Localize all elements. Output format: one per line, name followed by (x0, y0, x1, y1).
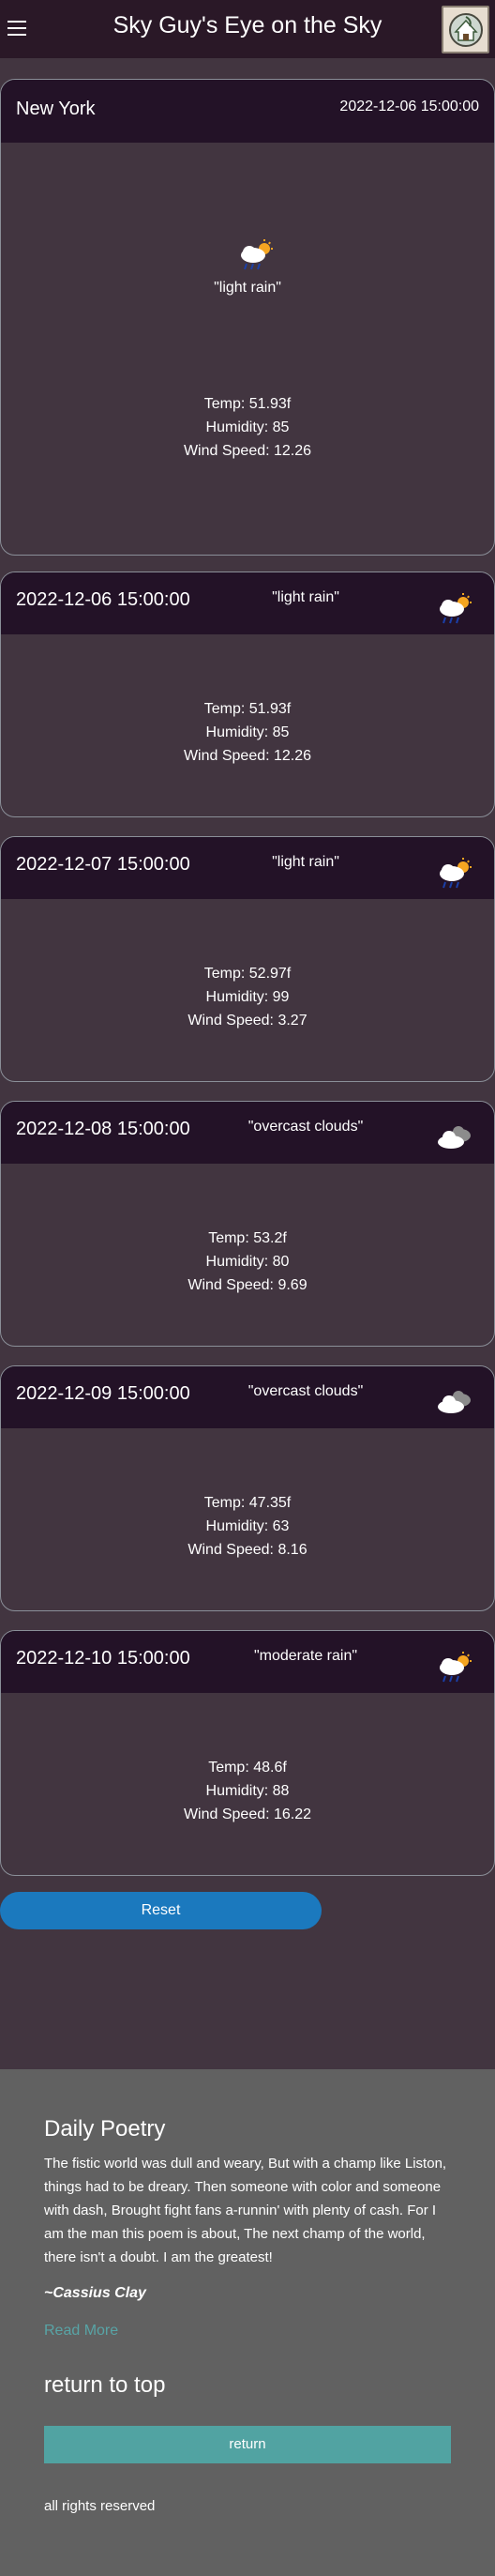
wind-speed: Wind Speed: 16.22 (183, 1806, 312, 1822)
temperature: Temp: 48.6f (208, 1760, 287, 1776)
poem-title: Daily Poetry (44, 2116, 166, 2142)
overcast-clouds-icon (436, 1387, 473, 1424)
wind-speed: Wind Speed: 12.26 (183, 748, 312, 764)
forecast-stats: Temp: 53.2f Humidity: 80 Wind Speed: 9.6… (1, 1227, 494, 1297)
forecast-card: 2022-12-09 15:00:00 "overcast clouds" Te… (0, 1365, 495, 1611)
forecast-description: "light rain" (272, 589, 339, 605)
forecast-date: 2022-12-09 15:00:00 (16, 1383, 190, 1404)
temperature: Temp: 47.35f (203, 1495, 292, 1511)
forecast-stats: Temp: 48.6f Humidity: 88 Wind Speed: 16.… (1, 1756, 494, 1826)
forecast-date: 2022-12-07 15:00:00 (16, 854, 190, 875)
forecast-card: 2022-12-07 15:00:00 "light rain" Temp: 5… (0, 836, 495, 1082)
poem-text: The fistic world was dull and weary, But… (44, 2156, 447, 2265)
temperature: Temp: 51.93f (203, 701, 292, 717)
forecast-card: 2022-12-10 15:00:00 "moderate rain" Temp… (0, 1630, 495, 1876)
wind-speed: Wind Speed: 8.16 (188, 1542, 308, 1558)
rain-cloud-sun-icon (436, 593, 473, 630)
temperature: Temp: 53.2f (208, 1230, 287, 1246)
forecast-stats: Temp: 51.93f Humidity: 85 Wind Speed: 12… (1, 697, 494, 768)
rain-cloud-sun-icon (436, 1652, 473, 1688)
rain-cloud-sun-icon (237, 239, 275, 276)
forecast-description: "overcast clouds" (248, 1119, 364, 1135)
current-weather-card: New York 2022-12-06 15:00:00 "light rain… (0, 79, 495, 556)
poem-author: ~Cassius Clay (44, 2285, 146, 2301)
forecast-date: 2022-12-06 15:00:00 (16, 589, 190, 610)
temperature: Temp: 52.97f (203, 966, 292, 982)
forecast-card: 2022-12-08 15:00:00 "overcast clouds" Te… (0, 1101, 495, 1347)
footer: Daily Poetry The fistic world was dull a… (0, 2069, 495, 2576)
current-datetime: 2022-12-06 15:00:00 (339, 99, 479, 114)
rain-cloud-sun-icon (436, 858, 473, 894)
return-button[interactable]: return (44, 2426, 451, 2463)
forecast-card: 2022-12-06 15:00:00 "light rain" Temp: 5… (0, 572, 495, 817)
forecast-card-header: 2022-12-09 15:00:00 "overcast clouds" (1, 1366, 494, 1428)
temperature: Temp: 51.93f (203, 396, 292, 412)
current-weather-header: New York 2022-12-06 15:00:00 (1, 80, 494, 143)
forecast-card-header: 2022-12-10 15:00:00 "moderate rain" (1, 1631, 494, 1693)
logo-icon[interactable] (442, 6, 489, 53)
current-description: "light rain" (214, 280, 281, 296)
humidity: Humidity: 99 (205, 989, 290, 1005)
reset-button[interactable]: Reset (0, 1892, 322, 1929)
forecast-date: 2022-12-08 15:00:00 (16, 1119, 190, 1139)
forecast-description: "moderate rain" (253, 1648, 358, 1664)
return-to-top-heading: return to top (44, 2372, 166, 2398)
forecast-description: "overcast clouds" (248, 1383, 364, 1399)
forecast-card-header: 2022-12-07 15:00:00 "light rain" (1, 837, 494, 899)
humidity: Humidity: 85 (205, 724, 290, 740)
rights-text: all rights reserved (44, 2498, 156, 2514)
wind-speed: Wind Speed: 12.26 (183, 443, 312, 459)
city-name: New York (16, 99, 96, 119)
site-header: Sky Guy's Eye on the Sky (0, 0, 495, 58)
wind-speed: Wind Speed: 3.27 (188, 1013, 308, 1029)
read-more-link[interactable]: Read More (44, 2323, 118, 2340)
humidity: Humidity: 80 (205, 1254, 290, 1270)
site-title: Sky Guy's Eye on the Sky (112, 12, 382, 38)
humidity: Humidity: 88 (205, 1783, 290, 1799)
forecast-description: "light rain" (272, 854, 339, 870)
humidity: Humidity: 85 (205, 419, 290, 435)
forecast-stats: Temp: 47.35f Humidity: 63 Wind Speed: 8.… (1, 1491, 494, 1562)
forecast-card-header: 2022-12-08 15:00:00 "overcast clouds" (1, 1102, 494, 1164)
humidity: Humidity: 63 (205, 1518, 290, 1534)
forecast-date: 2022-12-10 15:00:00 (16, 1648, 190, 1669)
overcast-clouds-icon (436, 1122, 473, 1159)
current-stats: Temp: 51.93f Humidity: 85 Wind Speed: 12… (1, 392, 494, 463)
forecast-stats: Temp: 52.97f Humidity: 99 Wind Speed: 3.… (1, 962, 494, 1032)
forecast-card-header: 2022-12-06 15:00:00 "light rain" (1, 572, 494, 634)
wind-speed: Wind Speed: 9.69 (188, 1277, 308, 1293)
